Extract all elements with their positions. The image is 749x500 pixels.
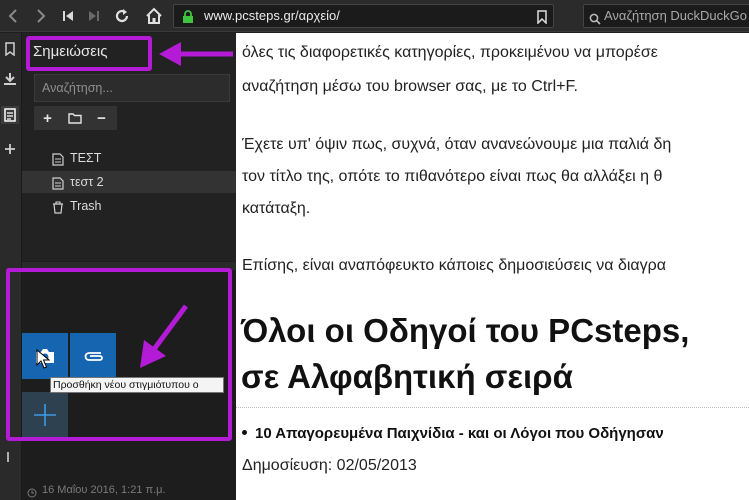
back-icon[interactable] [2,4,26,28]
paragraph-line: κατάταξη. [242,200,311,217]
paragraph-line: τον τίτλο της, οπότε το πιθανότερο είναι… [242,168,663,185]
address-bar[interactable]: www.pcsteps.gr/αρχείο/ [173,4,554,28]
paragraph-line: όλες τις διαφορετικές κατηγορίες, προκει… [242,44,658,61]
bookmarks-icon[interactable] [1,40,19,58]
sidebar-strip [0,33,22,500]
browser-toolbar: www.pcsteps.gr/αρχείο/ Αναζήτηση DuckDuc… [0,0,749,32]
bookmark-icon[interactable] [537,9,547,31]
note-date-text: 16 Μαΐου 2016, 1:21 π.μ. [42,484,166,496]
note-label: ΤΕΣΤ [70,151,102,165]
trash-label: Trash [70,199,102,213]
tooltip: Προσθήκη νέου στιγμιότυπου ο [50,377,224,393]
home-icon[interactable] [142,4,166,28]
heading-line: Όλοι οι Οδηγοί του PCsteps, [241,312,690,349]
reload-icon[interactable] [110,4,134,28]
browser-window: www.pcsteps.gr/αρχείο/ Αναζήτηση DuckDuc… [0,0,749,500]
downloads-icon[interactable] [1,70,19,88]
url-text: www.pcsteps.gr/αρχείο/ [204,8,340,23]
plus-icon [34,404,56,426]
article-link[interactable]: 10 Απαγορευμένα Παιχνίδια - και οι Λόγοι… [242,423,664,445]
search-icon [589,10,601,27]
notes-search-input[interactable]: Αναζήτηση... [34,74,230,102]
folder-icon [67,113,82,124]
delete-note-button[interactable]: − [88,106,115,130]
paragraph-line: αναζήτηση μέσω του browser σας, με το Ct… [242,78,578,95]
search-engine-bar[interactable]: Αναζήτηση DuckDuckGo [583,4,749,28]
add-folder-button[interactable] [61,106,88,130]
forward-icon[interactable] [28,4,52,28]
bullet-dot [242,430,247,436]
trash-icon [52,199,64,221]
attach-button[interactable] [70,333,116,379]
web-page-content: όλες τις διαφορετικές κατηγορίες, προκει… [236,33,749,500]
search-placeholder: Αναζήτηση DuckDuckGo [604,8,747,23]
note-label: τεστ 2 [70,175,104,189]
notes-icon[interactable] [1,106,19,124]
note-icon [52,151,64,173]
published-date: Δημοσίευση: 02/05/2013 [242,457,417,474]
add-panel-icon[interactable] [1,140,19,158]
editor-divider [22,262,236,270]
paragraph-line: Επίσης, είναι αναπόφευκτο κάποιες δημοσι… [242,257,667,274]
panel-toggle-icon[interactable] [1,448,19,466]
trash-item[interactable]: Trash [22,195,236,217]
notes-toolbar: + − [34,106,117,130]
add-attachment-button[interactable] [22,392,68,438]
lock-icon [182,9,194,31]
note-item[interactable]: ΤΕΣΤ [22,147,236,169]
mouse-cursor-icon [36,349,50,369]
heading-line: σε Αλφαβητική σειρά [241,358,573,395]
fast-forward-icon[interactable] [82,4,106,28]
divider [236,407,749,408]
clock-icon [27,485,37,500]
note-item[interactable]: τεστ 2 [22,171,236,193]
section-heading: Όλοι οι Οδηγοί του PCsteps, σε Αλφαβητικ… [241,308,689,400]
paragraph-line: Έχετε υπ' όψιν πως, συχνά, όταν ανανεώνο… [242,136,672,153]
article-link-text: 10 Απαγορευμένα Παιχνίδια - και οι Λόγοι… [255,425,664,442]
panel-title: Σημειώσεις [33,43,108,60]
note-icon [52,175,64,197]
add-note-button[interactable]: + [34,106,61,130]
rewind-icon[interactable] [56,4,80,28]
paperclip-icon [84,352,103,361]
note-date: 16 Μαΐου 2016, 1:21 π.μ. [22,480,236,500]
